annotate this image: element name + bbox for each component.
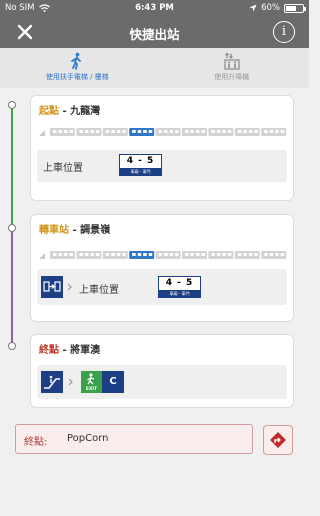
timeline-line-green: [11, 105, 13, 229]
cross-platform-icon: [41, 276, 63, 298]
timeline-node-transfer: [8, 224, 16, 232]
tab-lift[interactable]: 使用升降機: [155, 48, 310, 88]
train-car: [261, 251, 287, 259]
door-code-caption: 車廂 - 車門: [159, 290, 200, 297]
exit-code: C: [109, 376, 117, 387]
train-car: [208, 251, 234, 259]
train-car: [76, 128, 102, 136]
train-car: [50, 128, 75, 136]
train-car: [234, 128, 260, 136]
chevron-right-icon: [68, 378, 73, 386]
train-car: [50, 251, 75, 259]
battery-icon: [284, 3, 306, 13]
start-station-card: 起點 - 九龍灣 上車位置 4 - 5 車廂 - 車門: [30, 95, 294, 201]
train-car: [76, 251, 102, 259]
start-role-label: 起點: [39, 106, 59, 117]
end-separator: -: [59, 345, 71, 356]
train-car-highlighted: [129, 128, 155, 136]
destination-field[interactable]: 終點: PopCorn: [15, 424, 253, 454]
train-car: [155, 128, 181, 136]
end-station-heading: 終點 - 將軍澳: [39, 341, 100, 356]
boarding-position-label: 上車位置: [79, 285, 119, 296]
exit-badge: EXIT C: [81, 371, 124, 393]
train-nose: [39, 130, 45, 136]
train-car: [208, 128, 234, 136]
boarding-position-panel: 上車位置 4 - 5 車廂 - 車門: [37, 150, 287, 182]
timeline-node-start: [8, 101, 16, 109]
directions-button[interactable]: [263, 425, 293, 455]
escalator-walk-icon: [71, 52, 82, 70]
chevron-right-icon: [67, 283, 72, 291]
timeline-node-end: [8, 342, 16, 350]
battery-percent: 60%: [261, 3, 280, 13]
escalator-icon: [41, 371, 63, 393]
boarding-position-label: 上車位置: [43, 163, 83, 174]
train-car: [182, 128, 207, 136]
door-code: 4 - 5: [126, 156, 155, 166]
door-code: 4 - 5: [165, 278, 194, 288]
transfer-role-label: 轉車站: [39, 225, 69, 236]
exit-label: EXIT: [85, 387, 98, 392]
transfer-station-name: 調景嶺: [80, 225, 111, 236]
transfer-station-heading: 轉車站 - 調景嶺: [39, 221, 110, 236]
boarding-position-panel: 上車位置 4 - 5 車廂 - 車門: [37, 269, 287, 305]
destination-label: 終點:: [24, 437, 48, 448]
nav-bar: 快捷出站 i: [0, 16, 309, 48]
train-diagram: [39, 251, 287, 259]
lift-icon: [224, 52, 240, 70]
tab-escalator-stairs[interactable]: 使用扶手電梯 / 樓梯: [0, 48, 155, 88]
status-right: 60%: [249, 3, 306, 13]
train-car: [102, 251, 128, 259]
tab-lift-label: 使用升降機: [214, 73, 250, 81]
train-car: [182, 251, 207, 259]
exit-sign-icon: EXIT: [81, 371, 102, 393]
tab-escalator-label: 使用扶手電梯 / 樓梯: [45, 73, 109, 81]
end-station-card: 終點 - 將軍澳 EXIT C: [30, 334, 294, 408]
info-icon[interactable]: i: [273, 21, 295, 43]
train-car: [155, 251, 181, 259]
transfer-station-card: 轉車站 - 調景嶺 上車位置 4 - 5 車廂 - 車門: [30, 214, 294, 322]
exit-route-panel: EXIT C: [37, 365, 287, 399]
directions-icon: [270, 432, 286, 448]
transfer-separator: -: [69, 225, 81, 236]
route-mode-tabs: 使用扶手電梯 / 樓梯 使用升降機: [0, 48, 309, 88]
train-car-highlighted: [129, 251, 155, 259]
destination-value: PopCorn: [67, 433, 109, 444]
train-car: [261, 128, 287, 136]
page-title: 快捷出站: [129, 27, 180, 42]
train-diagram: [39, 128, 287, 136]
status-bar: No SIM 6:43 PM 60%: [0, 0, 309, 16]
train-nose: [39, 253, 45, 259]
door-position-badge: 4 - 5 車廂 - 車門: [158, 276, 201, 298]
start-station-heading: 起點 - 九龍灣: [39, 102, 100, 117]
timeline-line-purple: [11, 229, 13, 348]
end-role-label: 終點: [39, 345, 59, 356]
battery-fill: [286, 5, 296, 11]
door-code-caption: 車廂 - 車門: [120, 168, 161, 175]
start-station-name: 九龍灣: [70, 106, 101, 117]
start-separator: -: [59, 106, 71, 117]
location-arrow-icon: [249, 4, 257, 12]
train-car: [102, 128, 128, 136]
door-position-badge: 4 - 5 車廂 - 車門: [119, 154, 162, 176]
end-station-name: 將軍澳: [70, 345, 101, 356]
train-car: [234, 251, 260, 259]
